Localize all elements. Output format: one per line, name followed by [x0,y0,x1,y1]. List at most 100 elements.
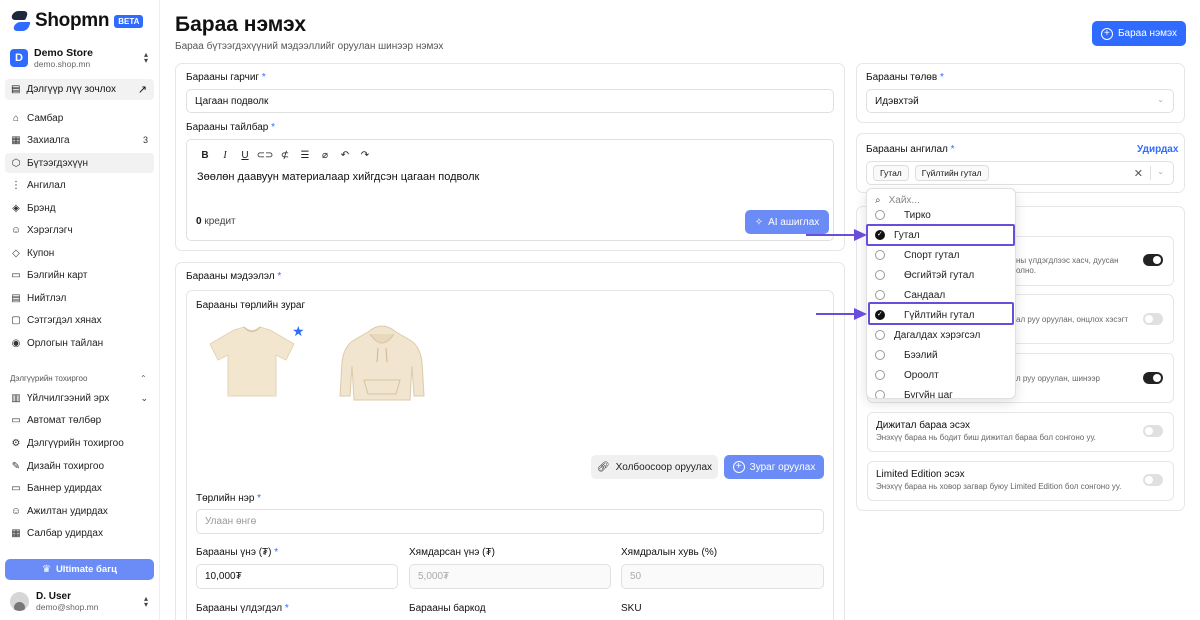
settings-item[interactable]: ⚙ Дэлгүүрийн тохиргоо [5,433,154,453]
chevron-updown-icon: ▴ ▾ [143,594,148,609]
option-description: олно. [1016,266,1037,275]
sidebar-item-label: Ангилал [27,179,66,191]
title-input[interactable]: Цагаан подволк [186,89,834,113]
payment-icon: ▭ [11,414,21,426]
status-select[interactable]: Идэвхтэй ⌄ [866,89,1174,113]
sidebar-item[interactable]: ▭ Бэлгийн карт [5,265,154,285]
plus-circle-icon: + [1100,27,1113,40]
settings-item[interactable]: ✎ Дизайн тохиргоо [5,456,154,476]
sidebar-item[interactable]: ⬡ Бүтээгдэхүүн [5,153,154,173]
sidebar-item[interactable]: ◈ Брэнд [5,198,154,218]
category-option[interactable]: Бээлий [867,345,1015,365]
sidebar-item[interactable]: ⌂ Самбар [5,108,154,128]
category-multiselect[interactable]: Гутал Гүйлтийн гутал ✕ ⌄ [866,161,1174,185]
settings-item[interactable]: ▦ Салбар удирдах [5,523,154,543]
barcode-label: Барааны баркод [409,603,486,614]
sidebar-item[interactable]: ☺ Хэрэглэгч [5,220,154,240]
settings-item[interactable]: ▥ Үйлчилгээний эрх ⌄ [5,388,154,408]
category-option-label: Спорт гутал [904,249,960,261]
clear-icon[interactable]: ✕ [1134,167,1143,180]
sidebar-item[interactable]: ▦ Захиалга 3 [5,130,154,150]
discount-price-input[interactable]: 5,000₮ [409,564,611,589]
category-option-label: Ороолт [904,369,939,381]
tshirt-image[interactable] [204,324,300,400]
option-description: ал руу оруулан, онцлох хэсэгт [1016,315,1129,324]
brand-logo[interactable]: Shopmn BETA [10,9,144,33]
store-switcher[interactable]: D Demo Store demo.shop.mn ▴ ▾ [10,46,152,70]
settings-item[interactable]: ▭ Автомат төлбөр [5,410,154,430]
category-option[interactable]: Сандаал [867,285,1015,305]
avatar [10,591,29,611]
sidebar-item-label: Захиалга [27,134,70,146]
divider [1150,166,1151,180]
ultimate-plan-button[interactable]: ♛ Ultimate багц [5,559,154,580]
digital-toggle[interactable] [1143,425,1163,437]
category-option[interactable]: Дагалдах хэрэгсэл [867,325,1015,345]
description-text: Зөөлөн даавуун материалаар хийгдсэн цага… [197,171,480,183]
sidebar-item[interactable]: ◇ Купон [5,243,154,263]
sidebar-item[interactable]: ◉ Орлогын тайлан [5,333,154,353]
category-dropdown: ⌕ Хайх... ТиркоГуталСпорт гуталӨсгийтэй … [866,188,1016,399]
settings-item-label: Салбар удирдах [27,527,103,539]
primary-star-icon[interactable]: ★ [292,323,305,340]
settings-section-label[interactable]: Дэлгүүрийн тохиргоо ⌃ [10,374,147,383]
option-toggle[interactable] [1143,254,1163,266]
category-option[interactable]: Өсгийтэй гутал [867,265,1015,285]
category-option[interactable]: Бугуйн цаг [867,385,1015,398]
search-icon: ⌕ [875,194,881,206]
sidebar-item[interactable]: ▢ Сэтгэгдэл хянах [5,310,154,330]
category-option[interactable]: Гүйлтийн гутал [867,305,1015,325]
sidebar-item[interactable]: ▤ Нийтлэл [5,288,154,308]
visit-store-link[interactable]: ▤ Дэлгүүр лүү зочлох ↗ [5,79,154,100]
digital-description: Энэхүү бараа нь бодит биш дижитал бараа … [876,433,1096,442]
clear-format-icon[interactable]: ⌀ [315,150,335,161]
brand-name: Shopmn [35,10,110,31]
store-name: Demo Store [34,46,93,59]
title-label: Барааны гарчиг * [186,72,266,83]
editor-toolbar: B I U ⊂⊃ ⊄ ☰ ⌀ ↶ ↷ [195,150,375,161]
store-avatar: D [10,49,28,67]
user-menu[interactable]: D. User demo@shop.mn ▴ ▾ [10,588,152,614]
manage-categories-link[interactable]: Удирдах [1137,144,1178,155]
option-toggle[interactable] [1143,372,1163,384]
option-toggle[interactable] [1143,313,1163,325]
sidebar-item-label: Самбар [27,112,64,124]
price-input[interactable]: 10,000₮ [196,564,398,589]
chevron-down-icon: ⌄ [1157,95,1164,104]
limited-toggle[interactable] [1143,474,1163,486]
category-option[interactable]: Ороолт [867,365,1015,385]
chevron-down-icon[interactable]: ⌄ [1157,167,1164,176]
settings-item[interactable]: ☺ Ажилтан удирдах [5,501,154,521]
selected-category-tag[interactable]: Гүйлтийн гутал [914,165,989,181]
chevron-updown-icon: ▴ ▾ [143,50,148,65]
stock-label: Барааны үлдэгдэл * [196,603,289,614]
link-upload-button[interactable]: 🔗︎ Холбоосоор оруулах [591,455,718,479]
settings-item[interactable]: ▭ Баннер удирдах [5,478,154,498]
sidebar-item[interactable]: ⋮ Ангилал [5,175,154,195]
redo-icon[interactable]: ↷ [355,150,375,161]
hoodie-image[interactable] [334,322,430,402]
image-upload-button[interactable]: + Зураг оруулах [724,455,824,479]
bold-icon[interactable]: B [195,150,215,161]
discount-percent-input[interactable]: 50 [621,564,824,589]
unlink-icon[interactable]: ⊄ [275,150,295,161]
shopmn-logo-icon [10,10,30,32]
category-icon: ⋮ [11,179,21,191]
radio-icon [875,270,885,280]
sidebar-item-label: Купон [27,247,55,259]
variant-name-input[interactable]: Улаан өнгө [196,509,824,534]
italic-icon[interactable]: I [215,150,235,161]
link-icon: 🔗︎ [596,461,610,473]
link-icon[interactable]: ⊂⊃ [255,150,275,161]
list-icon[interactable]: ☰ [295,150,315,161]
category-option[interactable]: Гутал [867,225,1015,245]
add-product-button[interactable]: + Бараа нэмэх [1092,21,1186,46]
category-option[interactable]: Спорт гутал [867,245,1015,265]
underline-icon[interactable]: U [235,150,255,161]
selected-category-tag[interactable]: Гутал [873,165,909,181]
category-option[interactable]: Тирко [867,205,1015,225]
category-option-label: Тирко [904,209,931,221]
undo-icon[interactable]: ↶ [335,150,355,161]
plus-circle-icon: + [732,461,745,473]
option-description: ны үлдэгдлээс хасч, дуусан [1016,256,1119,265]
